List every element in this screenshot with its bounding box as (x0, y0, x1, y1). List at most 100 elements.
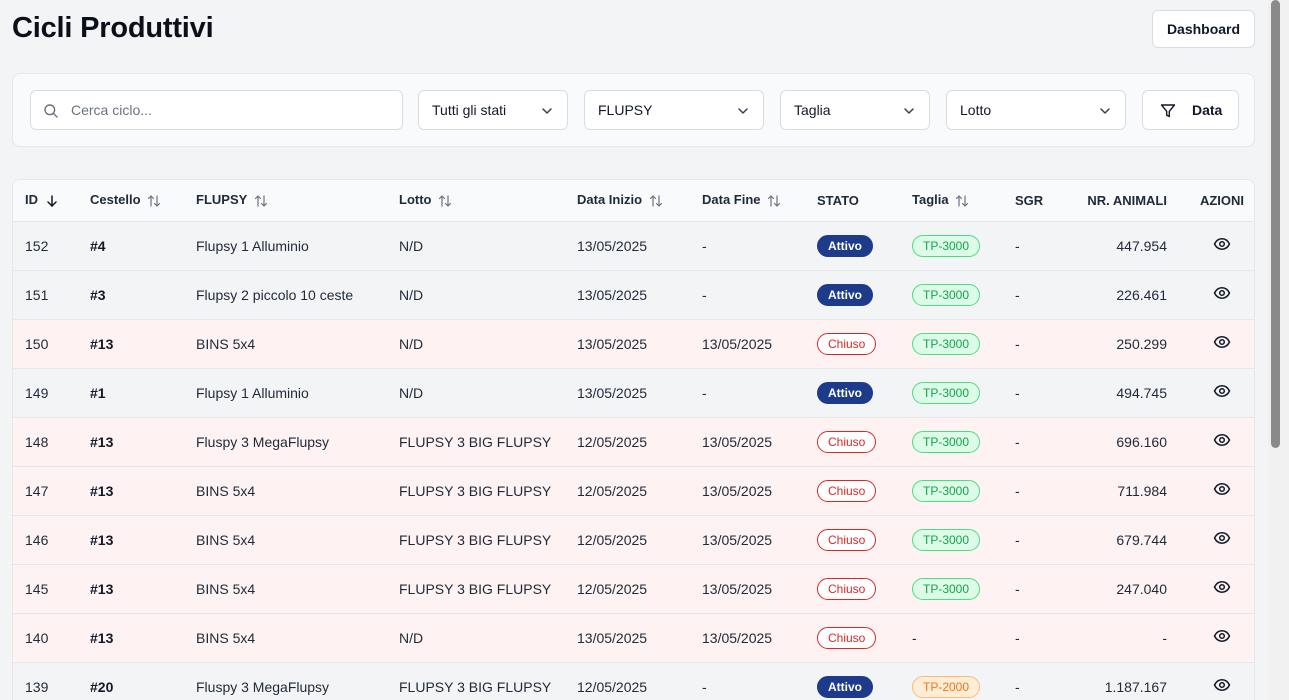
table-row[interactable]: 149 #1 Flupsy 1 Alluminio N/D 13/05/2025 - Att… (13, 368, 1254, 417)
cell-start-date: 13/05/2025 (577, 335, 648, 352)
cell-id: 147 (25, 482, 49, 499)
size-select-value: Taglia (794, 102, 831, 118)
table-row[interactable]: 146 #13 BINS 5x4 FLUPSY 3 BIG FLUPSY 12/05/2… (13, 515, 1254, 564)
table-row[interactable]: 147 #13 BINS 5x4 FLUPSY 3 BIG FLUPSY 12/05/2… (13, 466, 1254, 515)
arrow-down-icon (46, 195, 57, 207)
sort-arrows-icon (768, 195, 781, 207)
cell-state: Chiuso (817, 564, 912, 613)
cell-end-date: 13/05/2025 (702, 433, 773, 450)
eye-icon[interactable] (1213, 235, 1231, 253)
view-button[interactable] (1213, 532, 1231, 550)
col-header-end-label: Data Fine (702, 192, 761, 208)
view-button[interactable] (1213, 287, 1231, 305)
cell-animals: 494.745 (1116, 384, 1167, 401)
size-badge: TP-3000 (912, 381, 981, 404)
eye-icon[interactable] (1213, 333, 1231, 351)
cell-size: TP-2000 (912, 662, 1015, 700)
sort-arrows-icon (956, 195, 969, 207)
status-badge: Attivo (817, 675, 873, 698)
flupsy-select[interactable]: FLUPSY (584, 90, 764, 130)
cell-lot: N/D (399, 629, 424, 646)
cell-id: 146 (25, 531, 49, 548)
cell-start-date: 13/05/2025 (577, 286, 648, 303)
size-badge: TP-3000 (912, 528, 981, 551)
eye-icon[interactable] (1213, 578, 1231, 596)
dashboard-button[interactable]: Dashboard (1152, 10, 1255, 48)
size-select[interactable]: Taglia (780, 90, 930, 130)
date-filter-button[interactable]: Data (1142, 90, 1239, 130)
view-button[interactable] (1213, 434, 1231, 452)
cell-end-date: 13/05/2025 (702, 531, 773, 548)
col-header-id-label: ID (25, 192, 38, 208)
cell-start-date: 12/05/2025 (577, 678, 648, 695)
state-select[interactable]: Tutti gli stati (418, 90, 568, 130)
status-badge: Chiuso (817, 479, 877, 502)
cell-lot: N/D (399, 384, 424, 401)
eye-icon[interactable] (1213, 480, 1231, 498)
view-button[interactable] (1213, 336, 1231, 354)
eye-icon[interactable] (1213, 382, 1231, 400)
lot-select-value: Lotto (960, 102, 992, 118)
eye-icon[interactable] (1213, 284, 1231, 302)
cell-basket: #3 (90, 286, 106, 303)
search-input[interactable] (71, 91, 391, 129)
table-row[interactable]: 145 #13 BINS 5x4 FLUPSY 3 BIG FLUPSY 12/05/2… (13, 564, 1254, 613)
eye-icon[interactable] (1213, 431, 1231, 449)
view-button[interactable] (1213, 238, 1231, 256)
col-header-size[interactable]: Taglia (912, 180, 1015, 221)
view-button[interactable] (1213, 630, 1231, 648)
table-body: 152 #4 Flupsy 1 Alluminio N/D 13/05/2025 - Att… (13, 221, 1254, 700)
cell-animals: 226.461 (1116, 286, 1167, 303)
vertical-scrollbar[interactable] (1268, 0, 1289, 700)
eye-icon[interactable] (1213, 627, 1231, 645)
table-row[interactable]: 151 #3 Flupsy 2 piccolo 10 ceste N/D 13/05/2… (13, 270, 1254, 319)
cell-sgr: - (1015, 286, 1020, 303)
cell-state: Attivo (817, 368, 912, 417)
table-row[interactable]: 139 #20 Fluspy 3 MegaFlupsy FLUPSY 3 BIG FL… (13, 662, 1254, 700)
scrollbar-thumb[interactable] (1271, 0, 1280, 448)
col-header-flupsy[interactable]: FLUPSY (196, 180, 399, 221)
cell-sgr: - (1015, 482, 1020, 499)
col-header-end[interactable]: Data Fine (702, 180, 817, 221)
cell-basket: #13 (90, 482, 114, 499)
cell-actions (1188, 564, 1254, 613)
table-row[interactable]: 152 #4 Flupsy 1 Alluminio N/D 13/05/2025 - Att… (13, 221, 1254, 270)
view-button[interactable] (1213, 679, 1231, 697)
col-header-animals-label: NR. ANIMALI (1087, 192, 1167, 208)
col-header-start[interactable]: Data Inizio (577, 180, 702, 221)
cell-size: TP-3000 (912, 564, 1015, 613)
eye-icon[interactable] (1213, 676, 1231, 694)
cell-sgr: - (1015, 433, 1020, 450)
col-header-basket[interactable]: Cestello (90, 180, 196, 221)
cell-size: TP-3000 (912, 515, 1015, 564)
eye-icon[interactable] (1213, 529, 1231, 547)
col-header-sgr: SGR (1015, 180, 1063, 221)
view-button[interactable] (1213, 581, 1231, 599)
cell-start-date: 12/05/2025 (577, 482, 648, 499)
cell-sgr: - (1015, 678, 1020, 695)
view-button[interactable] (1213, 483, 1231, 501)
col-header-start-label: Data Inizio (577, 192, 643, 208)
filter-icon (1160, 104, 1176, 118)
col-header-size-label: Taglia (912, 192, 949, 208)
lot-select[interactable]: Lotto (946, 90, 1126, 130)
table-row[interactable]: 148 #13 Fluspy 3 MegaFlupsy FLUPSY 3 BIG FL… (13, 417, 1254, 466)
size-value: - (912, 629, 917, 646)
cell-flupsy: Flupsy 1 Alluminio (196, 384, 309, 401)
cell-flupsy: Fluspy 3 MegaFlupsy (196, 433, 330, 450)
table-row[interactable]: 140 #13 BINS 5x4 N/D 13/05/2025 13/05/2025 Chi… (13, 613, 1254, 662)
status-badge: Attivo (817, 283, 873, 306)
cell-animals: 711.984 (1117, 482, 1167, 499)
view-button[interactable] (1213, 385, 1231, 403)
flupsy-select-value: FLUPSY (598, 102, 653, 118)
cell-id: 152 (25, 237, 49, 254)
search-box[interactable] (30, 90, 403, 130)
page-title: Cicli Produttivi (12, 12, 214, 44)
status-badge: Attivo (817, 234, 873, 257)
cell-flupsy: BINS 5x4 (196, 580, 256, 597)
table-row[interactable]: 150 #13 BINS 5x4 N/D 13/05/2025 13/05/2025 Chi… (13, 319, 1254, 368)
col-header-id[interactable]: ID (13, 180, 90, 221)
cell-actions (1188, 319, 1254, 368)
size-badge: TP-3000 (912, 332, 981, 355)
col-header-lot[interactable]: Lotto (399, 180, 577, 221)
